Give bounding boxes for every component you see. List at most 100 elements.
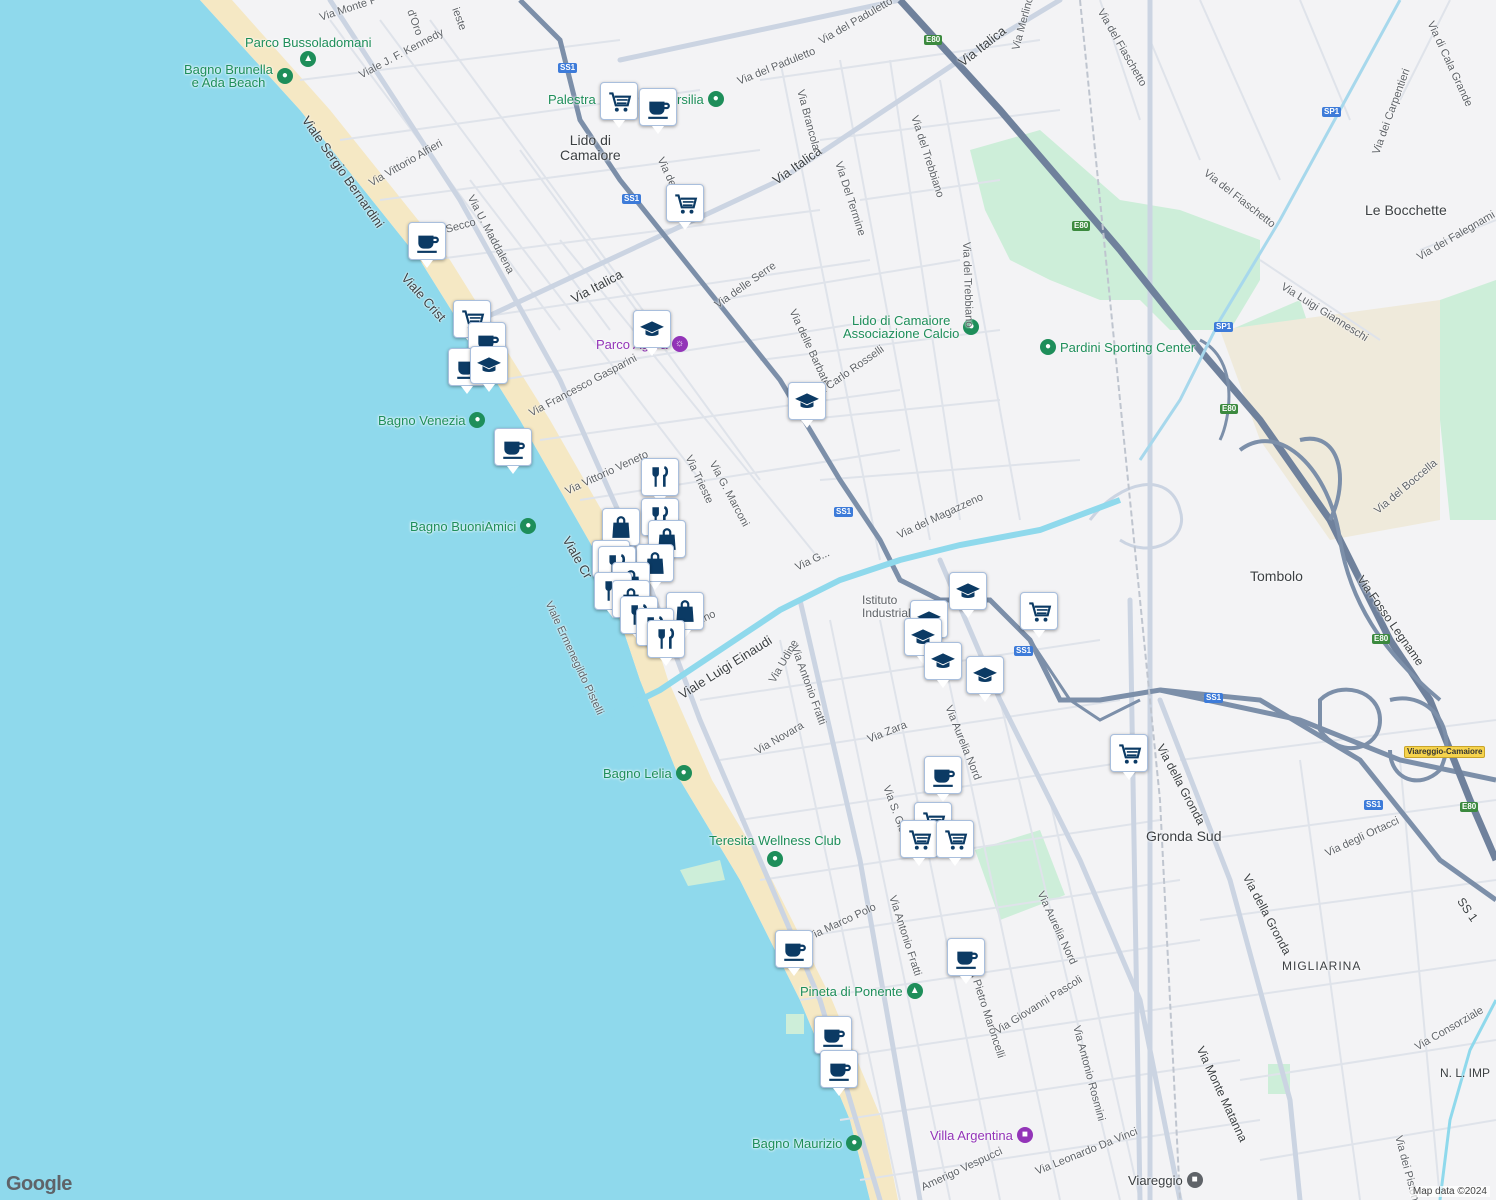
- poi-bagno-maurizio[interactable]: Bagno Maurizio ●: [752, 1135, 863, 1151]
- place-label: MIGLIARINA: [1282, 959, 1362, 973]
- map-attribution: Map data ©2024: [1409, 1186, 1490, 1197]
- map-marker[interactable]: [494, 428, 532, 474]
- pin-icon: ●: [469, 412, 486, 428]
- poi-lido-calcio[interactable]: Lido di Camaiore Associazione Calcio ●: [843, 313, 980, 341]
- poi-pineta[interactable]: Pineta di Ponente ▲: [800, 983, 923, 999]
- poi-label: Bagno Lelia: [603, 765, 672, 781]
- poi-label: Teresita Wellness Club: [709, 833, 841, 848]
- graduation-cap-icon: [795, 393, 819, 409]
- map-marker[interactable]: [600, 82, 638, 128]
- map-marker[interactable]: [775, 930, 813, 976]
- poi-viareggio[interactable]: Viareggio ■: [1128, 1172, 1203, 1188]
- poi-villa-argentina[interactable]: Villa Argentina ■: [930, 1127, 1033, 1143]
- road-shield: E80: [924, 35, 943, 45]
- map-marker[interactable]: [788, 382, 826, 428]
- poi-palestra-end[interactable]: rsilia ●: [677, 91, 724, 107]
- road-shield: SP1: [1214, 322, 1234, 332]
- tree-icon: ▲: [300, 51, 317, 67]
- pin-icon: ●: [1040, 339, 1056, 355]
- tree-icon: ▲: [906, 983, 923, 999]
- poi-pardini[interactable]: ● Pardini Sporting Center: [1040, 339, 1195, 355]
- shopping-cart-icon: [909, 830, 932, 850]
- graduation-cap-icon: [973, 667, 997, 683]
- road-shield: Viareggio-Camaiore: [1404, 746, 1486, 758]
- poi-label: Pardini Sporting Center: [1060, 339, 1196, 355]
- road-shield: SS1: [1204, 693, 1224, 703]
- map-marker[interactable]: [900, 820, 938, 866]
- coffee-cup-icon: [648, 101, 670, 119]
- road-shield: E80: [1372, 634, 1391, 644]
- poi-label: Pineta di Ponente: [800, 983, 903, 999]
- map-marker[interactable]: [1020, 592, 1058, 638]
- poi-label: Palestra: [548, 92, 596, 107]
- map-marker[interactable]: [633, 310, 671, 356]
- map-marker[interactable]: [924, 642, 962, 688]
- poi-bagno-buoniamici[interactable]: Bagno BuoniAmici ●: [410, 518, 537, 534]
- coffee-cup-icon: [956, 951, 978, 969]
- poi-palestra[interactable]: Palestra: [548, 93, 596, 106]
- park-area: [1440, 280, 1496, 520]
- map-marker[interactable]: [947, 938, 985, 984]
- place-label: Tombolo: [1250, 568, 1303, 584]
- pin-icon: ●: [846, 1135, 863, 1151]
- map-marker[interactable]: [966, 656, 1004, 702]
- poi-label: Bagno Maurizio: [752, 1135, 843, 1151]
- shopping-cart-icon: [675, 194, 698, 214]
- restaurant-icon: [652, 466, 669, 487]
- coffee-cup-icon: [417, 235, 439, 253]
- google-logo: Google: [6, 1173, 72, 1195]
- coffee-cup-icon: [503, 441, 525, 459]
- place-label: Le Bocchette: [1365, 202, 1447, 218]
- shopping-cart-icon: [945, 830, 968, 850]
- pin-icon: ●: [520, 518, 537, 534]
- poi-label: Lido di Camaiore Associazione Calcio: [843, 313, 960, 341]
- poi-bagno-venezia[interactable]: Bagno Venezia ●: [378, 412, 486, 428]
- map-marker[interactable]: [408, 222, 446, 268]
- graduation-cap-icon: [931, 653, 955, 669]
- road-shield: SS1: [622, 194, 642, 204]
- map-marker[interactable]: [820, 1050, 858, 1096]
- road-shield: SS1: [558, 63, 578, 73]
- sea: [0, 0, 870, 1200]
- place-label: N. L. IMP: [1440, 1066, 1491, 1080]
- map-marker[interactable]: [647, 620, 685, 666]
- shopping-bag-icon: [612, 516, 630, 538]
- map-marker[interactable]: [949, 572, 987, 618]
- road-shield: E80: [1220, 404, 1239, 414]
- map-marker[interactable]: [936, 820, 974, 866]
- poi-label: Viareggio: [1128, 1172, 1183, 1188]
- train-icon: ■: [1186, 1172, 1203, 1188]
- map-marker[interactable]: [641, 458, 679, 504]
- poi-bagno-brunella[interactable]: Bagno Brunella e Ada Beach ●: [184, 63, 293, 89]
- park-area: [786, 1014, 804, 1034]
- poi-label: Bagno Brunella e Ada Beach: [184, 62, 273, 90]
- road-shield: E80: [1072, 221, 1091, 231]
- place-label: Gronda Sud: [1146, 828, 1222, 844]
- map-marker[interactable]: [639, 88, 677, 134]
- coffee-cup-icon: [933, 769, 955, 787]
- coffee-cup-icon: [829, 1063, 851, 1081]
- map-marker[interactable]: [470, 346, 508, 392]
- coffee-cup-icon: [823, 1029, 845, 1047]
- pin-icon: ●: [675, 765, 692, 781]
- poi-label: Villa Argentina: [930, 1127, 1013, 1143]
- road-shield: SP1: [1322, 107, 1342, 117]
- poi-bagno-lelia[interactable]: Bagno Lelia ●: [603, 765, 692, 781]
- map-marker[interactable]: [814, 1016, 852, 1062]
- shopping-cart-icon: [609, 92, 632, 112]
- poi-teresita[interactable]: Teresita Wellness Club ●: [709, 834, 841, 867]
- place-label: Lido di Camaiore: [560, 132, 621, 163]
- coffee-cup-icon: [784, 943, 806, 961]
- park-area: [970, 130, 1260, 330]
- map-marker[interactable]: [1110, 734, 1148, 780]
- road-shield: E80: [1460, 802, 1479, 812]
- poi-label: rsilia: [677, 91, 704, 107]
- pin-icon: ●: [707, 91, 724, 107]
- map-canvas[interactable]: Lido di Camaiore Le Bocchette Tombolo Gr…: [0, 0, 1496, 1200]
- map-marker[interactable]: [924, 756, 962, 802]
- poi-label: Bagno Venezia: [378, 412, 466, 428]
- road-shield: SS1: [1364, 800, 1384, 810]
- map-marker[interactable]: [666, 184, 704, 230]
- map-base: [0, 0, 1496, 1200]
- road-shield: SS1: [834, 507, 854, 517]
